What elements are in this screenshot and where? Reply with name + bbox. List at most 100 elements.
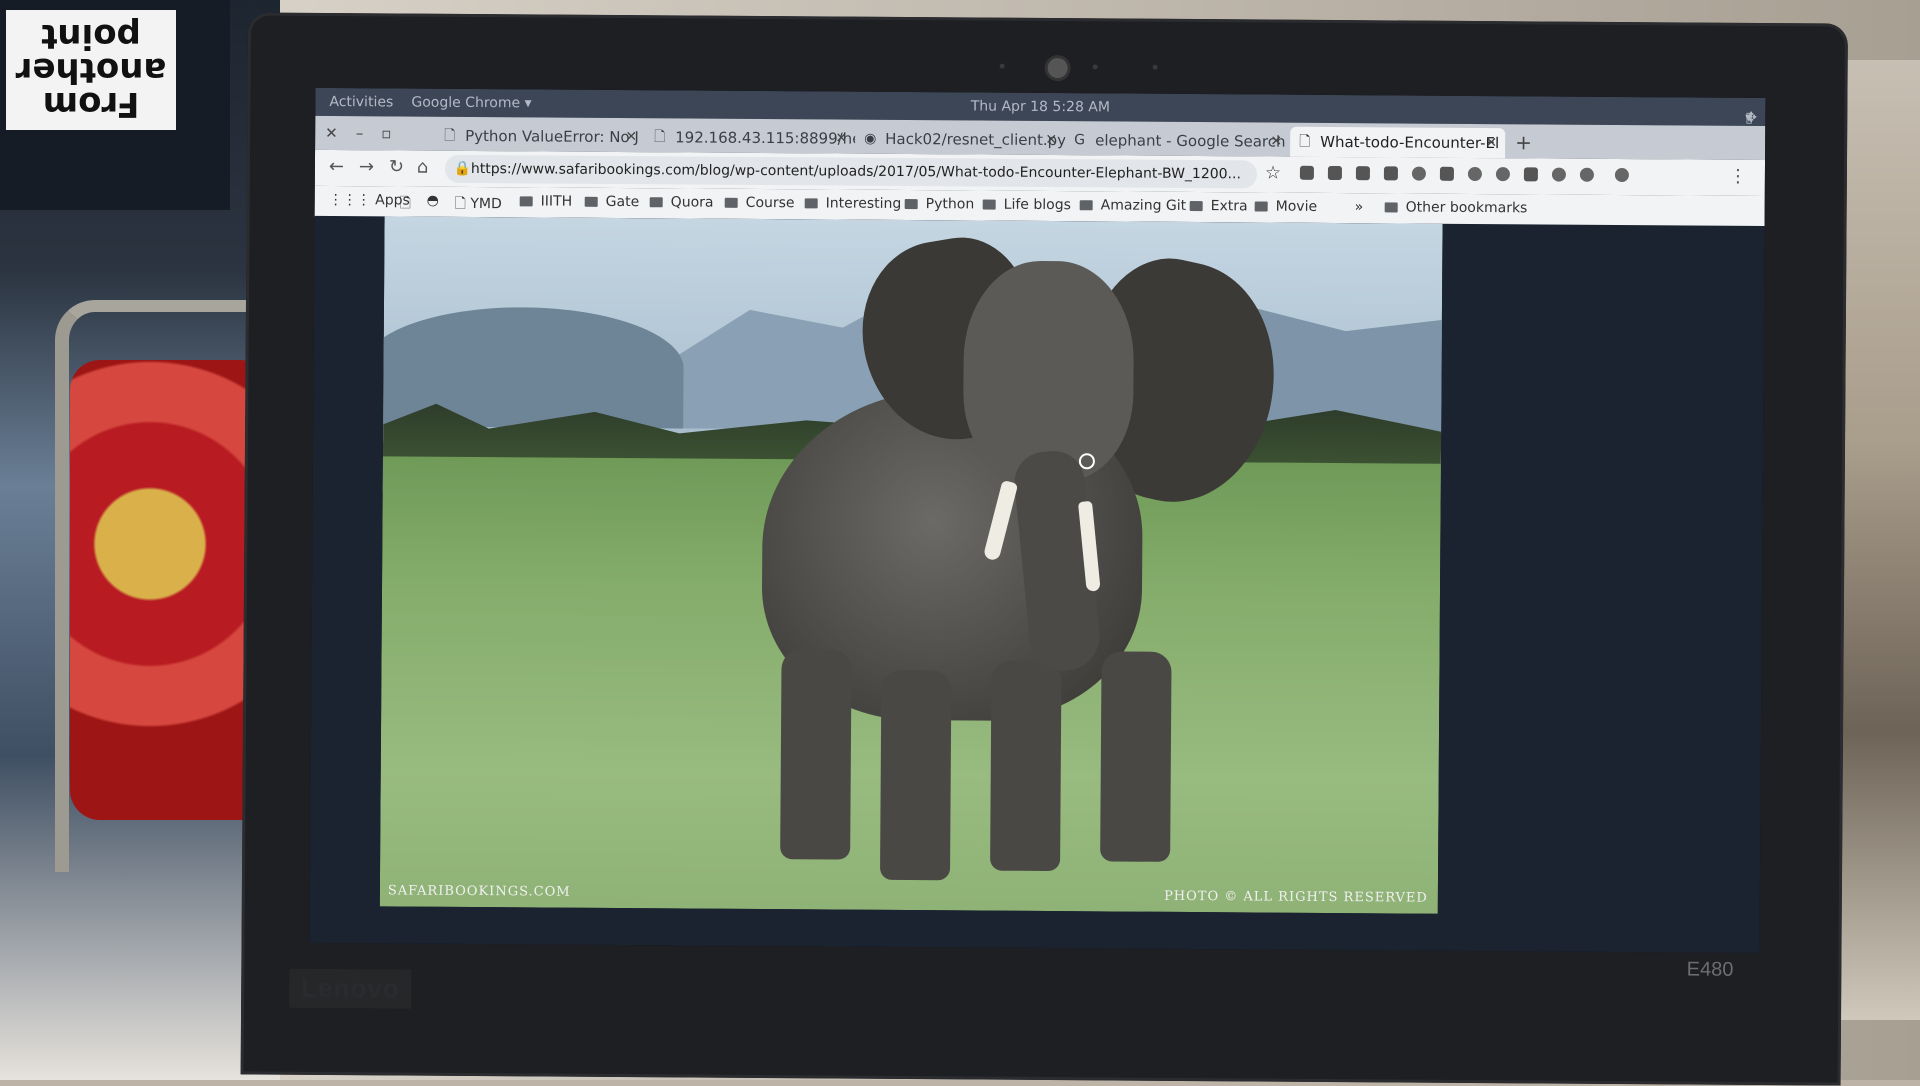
json-extension-icon[interactable]	[1523, 167, 1538, 182]
folder-icon	[904, 199, 918, 210]
maximize-window-icon[interactable]: ▫	[381, 124, 409, 142]
close-tab-icon[interactable]: ✕	[625, 122, 637, 152]
profile-avatar-icon[interactable]	[1614, 167, 1629, 183]
elephant-leg	[879, 669, 952, 881]
forward-arrow-icon[interactable]: →	[359, 156, 374, 177]
watermark-left: SAFARIBOOKINGS.COM	[387, 883, 571, 900]
bookmark-label: Course	[745, 194, 795, 212]
tab-google-search[interactable]: G elephant - Google Search ✕	[1065, 125, 1290, 157]
bookmark-label: Gate	[605, 193, 640, 211]
shirt-print: From another point	[6, 10, 176, 130]
bookmark-label: YMD	[470, 195, 502, 213]
app-menu[interactable]: Google Chrome ▾	[411, 95, 531, 112]
close-tab-icon[interactable]: ✕	[1485, 128, 1497, 158]
folder-icon	[584, 196, 598, 207]
address-bar[interactable]: 🔒 https://www.safaribookings.com/blog/wp…	[444, 154, 1258, 189]
bookmark-page-icon[interactable]: 🗋	[400, 192, 411, 216]
folder-icon	[1189, 200, 1203, 212]
lock-icon[interactable]: 🔒	[454, 155, 472, 183]
bookmark-label: Life blogs	[1003, 196, 1071, 214]
extension-icon[interactable]	[1495, 167, 1510, 182]
sensor-dot	[1152, 64, 1158, 70]
close-tab-icon[interactable]: ✕	[1270, 127, 1282, 157]
apps-grid-icon: ⋮⋮⋮	[328, 191, 376, 209]
bookmark-folder-extra[interactable]: Extra	[1189, 198, 1248, 215]
bookmark-label: Interesting	[825, 195, 902, 212]
bookmark-folder-course[interactable]: Course	[724, 194, 795, 212]
activities-button[interactable]: Activities	[329, 94, 393, 110]
elephant-head	[962, 260, 1135, 482]
bookmark-star-icon[interactable]: ☆	[1265, 163, 1281, 184]
red-patterned-bag	[70, 360, 270, 820]
bookmark-folder-life-blogs[interactable]: Life blogs	[982, 196, 1071, 214]
watermark-right: PHOTO © ALL RIGHTS RESERVED	[1164, 888, 1428, 906]
tab-active-elephant-image[interactable]: 🗋 What-todo-Encounter-El ✕	[1290, 126, 1506, 159]
chrome-menu-icon[interactable]: ⋮	[1729, 166, 1747, 187]
bookmark-folder-movie[interactable]: Movie	[1254, 198, 1318, 215]
minimize-window-icon[interactable]: –	[356, 124, 382, 142]
back-arrow-icon[interactable]: ←	[329, 156, 344, 177]
bookmark-site-icon[interactable]: ◓	[427, 193, 439, 209]
bookmark-folder-python[interactable]: Python	[904, 196, 975, 213]
sensor-dot	[1092, 64, 1098, 70]
url-text: https://www.safaribookings.com/blog/wp-c…	[470, 160, 1241, 183]
tab-github-resnet[interactable]: ◉ Hack02/resnet_client.py ✕	[855, 124, 1065, 155]
extension-icon[interactable]	[1411, 166, 1426, 181]
clock[interactable]: Thu Apr 18 5:28 AM	[971, 98, 1110, 115]
bookmarks-overflow-chevron[interactable]: »	[1355, 199, 1364, 215]
bookmark-folder-iiith[interactable]: IIITH	[519, 193, 573, 210]
window-controls: ✕–▫	[325, 124, 409, 143]
folder-icon	[982, 199, 996, 210]
sensor-dot	[999, 63, 1005, 69]
tab-python-valueerror[interactable]: 🗋 Python ValueError: No J ✕	[435, 121, 645, 152]
laptop: Activities Google Chrome ▾ Thu Apr 18 5:…	[240, 12, 1848, 1086]
close-tab-icon[interactable]: ✕	[1045, 125, 1057, 155]
extension-icon[interactable]	[1551, 167, 1566, 182]
zoom-in-cursor-icon	[1078, 453, 1095, 470]
bookmark-ymd[interactable]: 🗋 YMD	[455, 193, 502, 217]
other-bookmarks-folder[interactable]: Other bookmarks	[1384, 199, 1527, 216]
extension-icon[interactable]	[1327, 165, 1342, 181]
bookmark-label: Movie	[1275, 198, 1318, 215]
close-window-icon[interactable]: ✕	[325, 124, 356, 142]
page-icon: 🗋	[654, 129, 666, 146]
tab-title: 192.168.43.115:8899/hea	[675, 128, 856, 148]
folder-icon	[724, 197, 738, 208]
tab-title: What-todo-Encounter-El	[1320, 132, 1500, 153]
shield-extension-icon[interactable]	[1439, 166, 1454, 181]
extension-icon[interactable]	[1355, 166, 1370, 181]
bookmark-folder-amazing-git[interactable]: Amazing Git	[1079, 197, 1187, 214]
page-icon: 🗋	[444, 127, 456, 144]
bookmark-label: Amazing Git	[1100, 197, 1187, 214]
bookmark-label: Quora	[670, 194, 714, 211]
bookmark-folder-quora[interactable]: Quora	[649, 194, 714, 211]
shirt-text-line2: another	[15, 50, 167, 90]
home-icon[interactable]: ⌂	[417, 157, 429, 178]
person-shirt: From another point	[0, 0, 230, 210]
shirt-text-line1: From	[42, 84, 140, 124]
tab-ip-address[interactable]: 🗋 192.168.43.115:8899/hea ✕	[645, 122, 855, 153]
elephant-leg	[1100, 651, 1172, 862]
bookmark-folder-gate[interactable]: Gate	[584, 193, 640, 211]
github-icon: ◉	[864, 130, 877, 147]
bookmark-label: IIITH	[540, 193, 573, 210]
elephant-photo[interactable]: SAFARIBOOKINGS.COM PHOTO © ALL RIGHTS RE…	[379, 216, 1443, 914]
reload-icon[interactable]: ↻	[389, 156, 404, 177]
battery-icon[interactable]: ▯	[1745, 110, 1765, 126]
image-viewer: SAFARIBOOKINGS.COM PHOTO © ALL RIGHTS RE…	[309, 215, 1765, 953]
extension-icon[interactable]	[1299, 165, 1314, 180]
tab-title: elephant - Google Search	[1095, 131, 1286, 151]
bookmark-label: Python	[925, 196, 975, 213]
close-tab-icon[interactable]: ✕	[835, 124, 847, 154]
laptop-screen: Activities Google Chrome ▾ Thu Apr 18 5:…	[309, 87, 1766, 953]
apps-shortcut[interactable]: ⋮⋮⋮ Apps	[329, 192, 410, 209]
cart-extension-icon[interactable]	[1383, 166, 1398, 181]
bookmark-label: Extra	[1210, 198, 1248, 215]
new-tab-icon[interactable]: +	[1515, 130, 1532, 154]
extension-icon[interactable]	[1579, 167, 1594, 182]
lenovo-logo: Lenovo	[289, 968, 412, 1009]
page-icon: 🗋	[1299, 133, 1311, 150]
bookmark-folder-interesting[interactable]: Interesting	[804, 195, 902, 212]
folder-icon	[1384, 202, 1398, 213]
extension-icon[interactable]	[1467, 166, 1482, 182]
